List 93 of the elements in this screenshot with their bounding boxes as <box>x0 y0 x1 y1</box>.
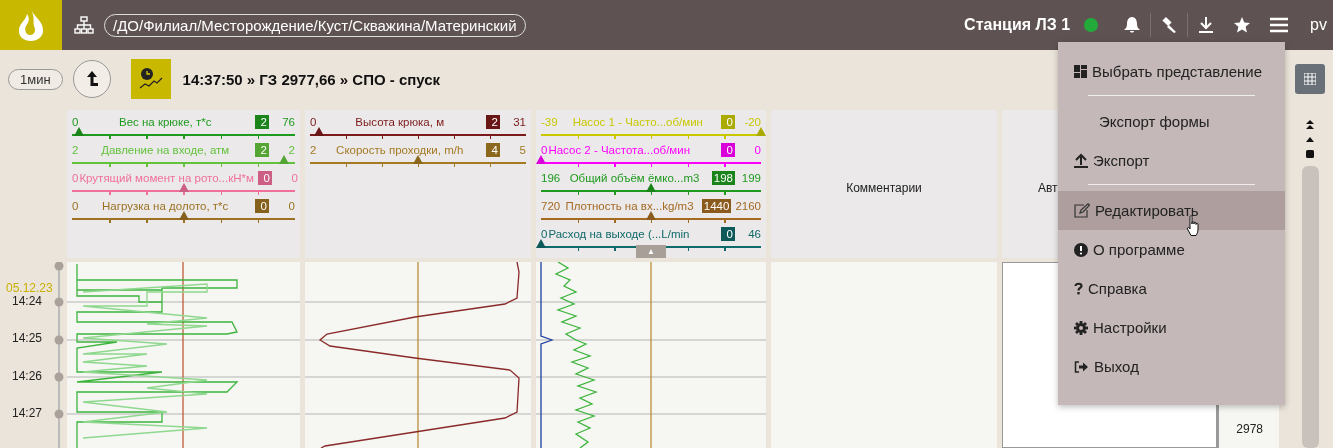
time-label: 14:24 <box>11 293 42 308</box>
param-max: 46 <box>747 228 761 240</box>
param-max: 5 <box>518 144 526 156</box>
param-min: 2 <box>310 144 317 156</box>
param-max: 31 <box>512 116 526 128</box>
param-value-badge: 0 <box>255 199 269 213</box>
time-label: 14:25 <box>11 331 42 346</box>
menu-item[interactable]: Выход <box>1058 347 1285 386</box>
return-arrow-button[interactable] <box>72 60 111 98</box>
param-min: 2 <box>72 144 79 156</box>
clock-chart-icon[interactable] <box>130 59 171 99</box>
time-label: 14:27 <box>11 406 42 421</box>
param-name: Скорость проходки, m/h <box>335 144 465 156</box>
sign-out-icon <box>1074 360 1089 373</box>
user-name[interactable]: pv <box>1310 16 1327 34</box>
param-max: 2 <box>287 144 295 156</box>
download-icon[interactable] <box>1197 16 1216 34</box>
param-value-badge: 198 <box>711 171 735 185</box>
menu-item[interactable]: Настройки <box>1058 308 1285 347</box>
param-max: 0 <box>287 200 295 212</box>
bell-icon[interactable] <box>1123 16 1142 34</box>
date-label: 05.12.23 <box>6 281 53 295</box>
menu-item[interactable]: Экспорт формы <box>1058 102 1285 141</box>
param-max: 199 <box>740 172 761 184</box>
question-mark-icon <box>1074 282 1083 295</box>
param-max: 76 <box>281 116 295 128</box>
param-value-badge: 1440 <box>701 199 732 213</box>
param-name: Плотность на вх...kg/m3 <box>564 200 695 212</box>
dashboard-icon <box>1074 65 1087 78</box>
param-value-badge: 2 <box>255 143 269 157</box>
depth-value: 2978 <box>1236 422 1263 437</box>
param-name: Расход на выходе (...L/min <box>548 228 691 240</box>
param-value-badge: 0 <box>721 143 735 157</box>
param-value-badge: 2 <box>486 115 500 129</box>
param-min: 0 <box>72 200 79 212</box>
menu-item[interactable]: Выбрать представление <box>1058 52 1285 91</box>
param-level-marker[interactable] <box>646 183 656 192</box>
exclamation-circle-icon <box>1074 242 1088 257</box>
grid-view-button[interactable] <box>1295 64 1325 94</box>
param-min: -39 <box>541 116 558 128</box>
param-value-badge: 0 <box>721 115 735 129</box>
gavel-icon[interactable] <box>1160 16 1179 34</box>
star-icon[interactable] <box>1233 16 1252 34</box>
status-text: 14:37:50 » ГЗ 2977,66 » СПО - спуск <box>182 70 441 88</box>
interval-button[interactable]: 1мин <box>8 68 63 90</box>
param-min: 0 <box>541 144 548 156</box>
param-level-marker[interactable] <box>646 211 656 220</box>
param-level-marker[interactable] <box>536 155 546 164</box>
param-level-marker[interactable] <box>73 127 84 136</box>
scrollbar[interactable] <box>1301 166 1319 448</box>
upload-icon <box>1074 153 1088 168</box>
param-max: 2160 <box>735 200 761 212</box>
param-level-marker[interactable] <box>178 183 189 192</box>
menu-item[interactable]: О программе <box>1058 230 1285 269</box>
param-min: 720 <box>541 200 561 212</box>
param-name: Высота крюка, м <box>354 116 446 128</box>
param-min: 0 <box>541 228 548 240</box>
menu-item[interactable]: Справка <box>1058 269 1285 308</box>
param-name: Давление на входе, атм <box>100 144 231 156</box>
menu-icon[interactable] <box>1269 16 1290 34</box>
edit-icon <box>1074 203 1090 218</box>
param-name: Насос 2 - Частота...об/мин <box>548 144 691 156</box>
param-level-marker[interactable] <box>536 239 546 248</box>
param-level-marker[interactable] <box>178 211 189 220</box>
param-name: Вес на крюке, т*с <box>117 116 213 128</box>
param-level-marker[interactable] <box>413 155 423 164</box>
param-name: Общий объём ёмко...m3 <box>568 172 701 184</box>
caret-up-icon[interactable] <box>1306 137 1314 142</box>
grid-icon <box>1304 73 1316 85</box>
param-value-badge: 0 <box>721 227 735 241</box>
param-value-badge: 0 <box>257 171 272 185</box>
param-max: -20 <box>743 116 761 128</box>
param-name: Крутящий момент на рото...кН*м <box>79 172 254 184</box>
param-min: 0 <box>310 116 317 128</box>
double-caret-up-icon[interactable] <box>1306 120 1314 129</box>
param-min: 0 <box>72 172 79 184</box>
param-min: 196 <box>541 172 561 184</box>
param-name: Нагрузка на долото, т*с <box>101 200 230 212</box>
time-label: 14:26 <box>11 368 42 383</box>
param-value-badge: 4 <box>486 143 500 157</box>
comments-header: Комментарии <box>846 181 922 195</box>
square-icon[interactable] <box>1306 150 1314 158</box>
menu-item[interactable]: Экспорт <box>1058 141 1285 180</box>
param-name: Насос 1 - Часто...об/мин <box>571 116 704 128</box>
auto-operations-header: Авт <box>1038 181 1058 195</box>
param-min: 0 <box>72 116 79 128</box>
hierarchy-icon[interactable] <box>74 16 94 34</box>
param-value-badge: 2 <box>255 115 269 129</box>
gear-icon <box>1074 320 1088 335</box>
station-name: Станция ЛЗ 1 <box>964 16 1071 34</box>
param-max: 0 <box>290 172 298 184</box>
param-level-marker[interactable] <box>313 127 324 136</box>
param-max: 0 <box>753 144 761 156</box>
